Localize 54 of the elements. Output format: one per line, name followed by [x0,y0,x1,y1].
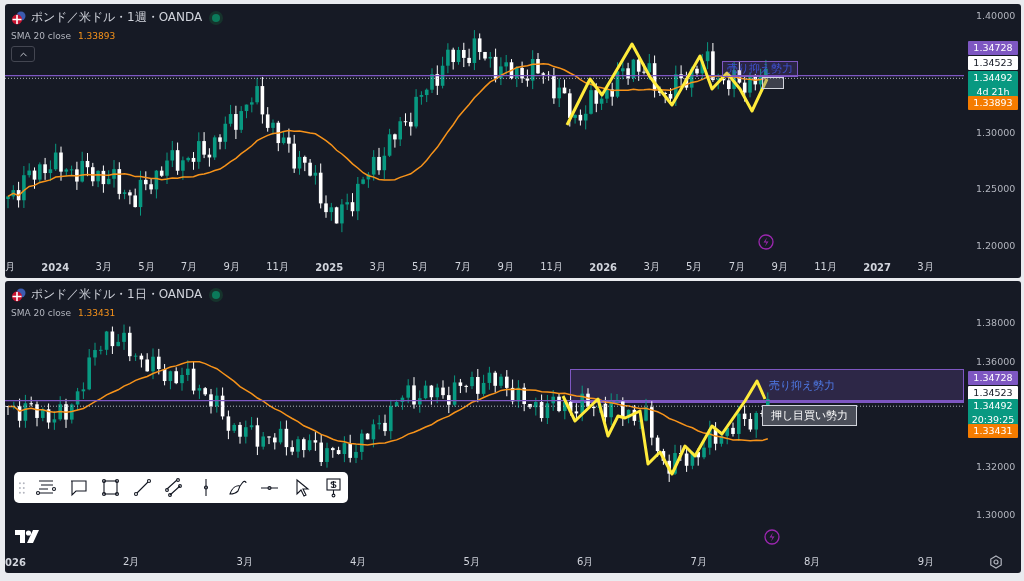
time-label: 9月 [917,555,934,569]
price-tick: 1.20000 [976,239,1016,251]
time-label: 8月 [804,555,821,569]
time-label: 7月 [728,260,746,274]
time-label: 2月 [123,555,140,569]
time-label: 3月 [369,260,386,274]
time-label: 3月 [236,555,253,569]
time-label: 026 [5,556,26,568]
time-label: 7月 [454,260,472,274]
time-label: 9月 [497,260,514,274]
time-label: 2025 [315,261,344,273]
indicator-name: SMA 20 close [11,308,71,318]
time-label: 9月 [771,260,788,274]
chart-title: ポンド／米ドル・1日・OANDA [31,286,203,303]
price-tag: 1.34523 [968,386,1018,400]
price-tick: 1.25000 [976,182,1016,194]
chart-title: ポンド／米ドル・1週・OANDA [31,9,203,26]
time-label: 7月 [690,555,707,569]
price-tick: 1.30000 [976,126,1016,138]
price-tick: 1.30000 [976,508,1016,520]
time-label: 7月 [180,260,198,274]
time-label: 9月 [223,260,240,274]
time-label: 2024 [41,261,70,273]
time-label: 5月 [138,260,155,274]
time-label: 5月 [686,260,703,274]
price-tag: 1.34728 [968,41,1018,55]
price-tick: 1.32000 [976,460,1016,472]
time-label: 3月 [95,260,112,274]
time-label: 11月 [266,260,289,274]
indicator-value: 1.33431 [78,308,116,318]
time-label: 4月 [350,555,367,569]
price-tag: 1.33893 [968,96,1018,110]
price-tag: 1.34492 20:39:25 [968,399,1018,427]
time-label: 2026 [589,261,618,273]
price-tick: 1.36000 [976,355,1016,367]
price-tag: 1.34728 [968,371,1018,385]
price-tick: 1.38000 [976,316,1016,328]
time-label: 月 [5,260,15,274]
time-label: 5月 [412,260,429,274]
support-label: 押し目買い勢力 [762,405,857,426]
indicator-name: SMA 20 close [11,31,71,41]
price-tag: 1.34492 4d 21h [968,71,1018,99]
time-label: 2027 [863,261,891,273]
price-tag: 1.34523 [968,56,1018,70]
time-label: 11月 [814,260,837,274]
time-label: 3月 [917,260,934,274]
price-tick: 1.40000 [976,9,1016,21]
price-tag: 1.33431 [968,424,1018,438]
time-label: 6月 [577,555,594,569]
indicator-value: 1.33893 [78,31,116,41]
time-label: 11月 [540,260,563,274]
zone-label: 売り抑え勢力 [769,378,835,393]
time-label: 5月 [463,555,480,569]
time-label: 3月 [643,260,660,274]
